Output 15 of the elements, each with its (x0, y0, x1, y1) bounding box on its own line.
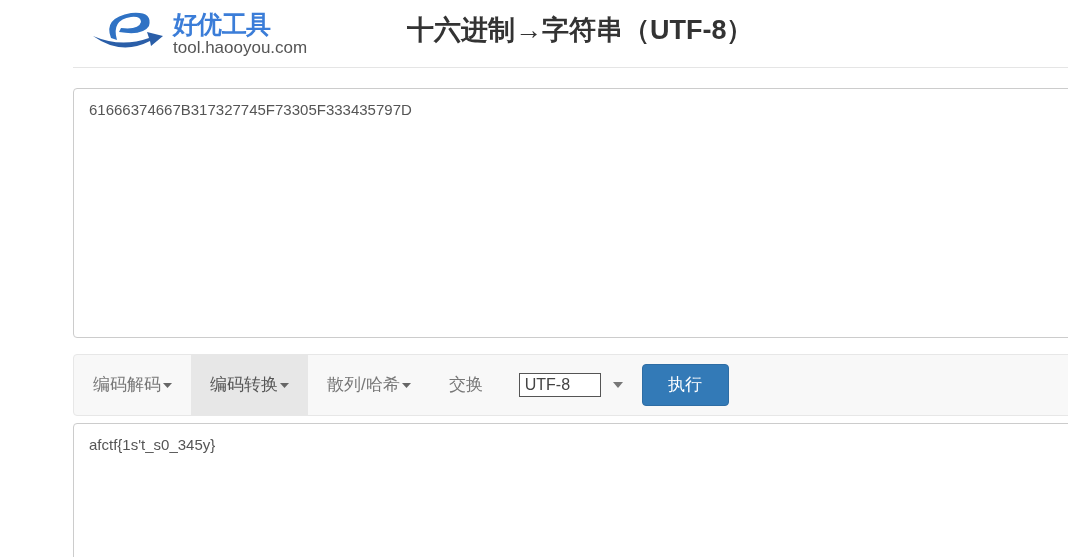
logo-url: tool.haooyou.com (173, 38, 308, 56)
caret-icon (612, 382, 623, 388)
run-button[interactable]: 执行 (641, 364, 729, 406)
caret-icon (280, 382, 289, 388)
caret-icon (163, 382, 172, 388)
menu-link[interactable]: 交换 (429, 355, 502, 415)
page-title: 十六进制→字符串（UTF-8） (407, 14, 754, 48)
logo-name: 好优工具 (173, 11, 272, 37)
menu-dropdown[interactable]: 编码解码 (74, 355, 191, 415)
menu-dropdown[interactable]: 编码转换 (191, 355, 308, 415)
encoding-select[interactable]: UTF-8 (518, 373, 601, 397)
output-field[interactable]: afctf{1s't_s0_345y} (73, 423, 1068, 557)
menu-dropdown[interactable]: 散列/哈希 (308, 355, 430, 415)
input-field[interactable]: 61666374667B317327745F73305F333435797D (73, 88, 1068, 338)
caret-icon (401, 382, 411, 388)
